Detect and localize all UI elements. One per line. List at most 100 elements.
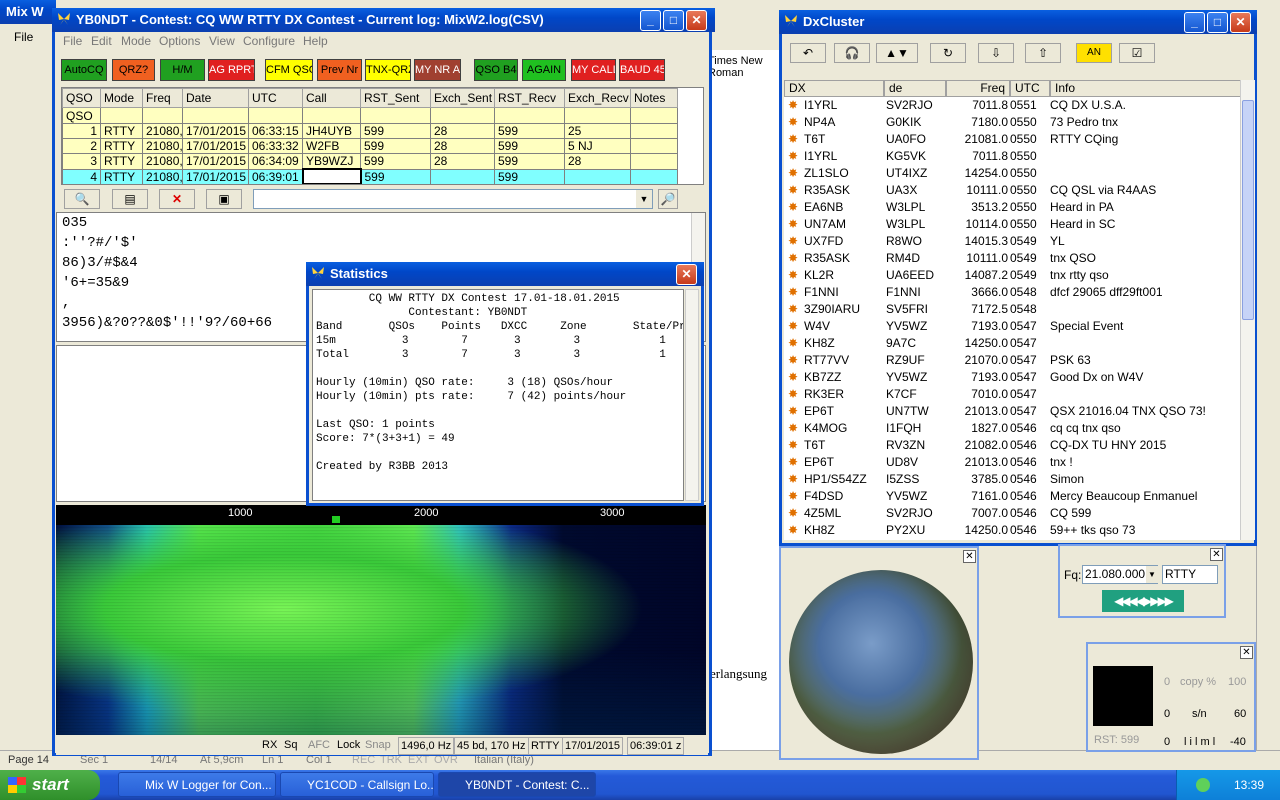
log-cell-mode[interactable]: RTTY (100, 123, 143, 139)
flag-icon[interactable] (332, 516, 340, 523)
dx-col-utc[interactable]: UTC (1010, 80, 1050, 97)
log-cell-utc[interactable]: 06:34:09 (248, 153, 303, 170)
dx-spot-row[interactable]: ✸ 3Z90IARU SV5FRI 7172.5 0548 (784, 301, 1242, 318)
log-cell-notes[interactable] (630, 123, 678, 139)
log-cell-notes[interactable] (630, 168, 678, 184)
dx-spot-row[interactable]: ✸ K4MOG I1FQH 1827.0 0546 cq cq tnx qso (784, 420, 1242, 437)
log-cell-rst-sent[interactable]: 599 (360, 153, 431, 170)
status-afc[interactable]: AFC (308, 737, 330, 753)
macro-mycall-button[interactable]: MY CALL (571, 59, 616, 81)
dx-checklist-icon[interactable]: ☑ (1119, 43, 1155, 63)
col-rst-sent[interactable]: RST_Sent (360, 88, 431, 108)
dx-col-de[interactable]: de (884, 80, 946, 97)
log-cell-call[interactable] (301, 168, 362, 184)
statistics-scrollbar[interactable] (685, 289, 699, 501)
log-cell-utc[interactable]: 06:39:01 (248, 168, 303, 184)
main-titlebar[interactable]: YB0NDT - Contest: CQ WW RTTY DX Contest … (52, 8, 715, 32)
log-cell-mode[interactable]: RTTY (100, 153, 143, 170)
status-sq[interactable]: Sq (284, 737, 297, 753)
menu-options[interactable]: Options (159, 34, 200, 48)
tray-clock[interactable]: 13:39 (1234, 778, 1264, 792)
dx-headphones-icon[interactable]: 🎧 (834, 43, 870, 63)
status-snap[interactable]: Snap (365, 737, 391, 753)
log-cell-call[interactable]: JH4UYB (302, 123, 361, 139)
dx-sort-down-icon[interactable]: ⇩ (978, 43, 1014, 63)
log-cell-mode[interactable]: RTTY (100, 168, 143, 184)
dx-col-info[interactable]: Info (1050, 80, 1244, 97)
log-cell-exch-recv[interactable] (564, 168, 631, 184)
filter-cell[interactable] (142, 107, 183, 124)
log-cell-freq[interactable]: 21080,I (142, 168, 183, 184)
dx-spot-row[interactable]: ✸ ZL1SLO UT4IXZ 14254.0 0550 (784, 165, 1242, 182)
log-cell-freq[interactable]: 21080,I (142, 123, 183, 139)
log-cell-exch-sent[interactable]: 28 (430, 153, 495, 170)
dx-updown-icon[interactable]: ▲▼ (876, 43, 918, 63)
menu-edit[interactable]: Edit (91, 34, 112, 48)
log-cell-exch-sent[interactable]: 28 (430, 123, 495, 139)
log-cell-mode[interactable]: RTTY (100, 138, 143, 154)
dx-maximize-button[interactable]: □ (1207, 12, 1228, 33)
log-cell-qso[interactable]: 2 (62, 138, 101, 154)
log-row[interactable]: 1 RTTY 21080,I 17/01/2015 06:33:15 JH4UYB 599 2… (62, 123, 678, 139)
status-lock[interactable]: Lock (337, 737, 360, 753)
filter-cell[interactable] (430, 107, 495, 124)
background-menu-file[interactable]: File (14, 30, 33, 44)
log-cell-call[interactable]: YB9WZJ (302, 153, 361, 170)
dxcluster-titlebar[interactable]: DxCluster _ □ ✕ (779, 10, 1257, 34)
log-cell-rst-recv[interactable]: 599 (494, 153, 565, 170)
menu-file[interactable]: File (63, 34, 82, 48)
macro-qsob4-button[interactable]: QSO B4 (474, 59, 518, 81)
dx-spot-row[interactable]: ✸ EP6T UD8V 21013.0 0546 tnx ! (784, 454, 1242, 471)
dx-spot-row[interactable]: ✸ 4Z5ML SV2RJO 7007.0 0546 CQ 599 (784, 505, 1242, 522)
col-exch-sent[interactable]: Exch_Sent (430, 88, 495, 108)
log-row[interactable]: 4 RTTY 21080,I 17/01/2015 06:39:01 599 599 (62, 168, 678, 184)
globe-close-button[interactable]: ✕ (963, 550, 976, 563)
filter-cell[interactable] (100, 107, 143, 124)
log-cell-date[interactable]: 17/01/2015 (182, 168, 249, 184)
dx-spot-row[interactable]: ✸ NP4A G0KIK 7180.0 0550 73 Pedro tnx (784, 114, 1242, 131)
dx-spot-row[interactable]: ✸ KB7ZZ YV5WZ 7193.0 0547 Good Dx on W4V (784, 369, 1242, 386)
menu-mode[interactable]: Mode (121, 34, 151, 48)
status-mode[interactable]: RTTY (528, 737, 563, 755)
tuning-scope[interactable] (1093, 666, 1153, 726)
filter-cell[interactable] (182, 107, 249, 124)
log-cell-qso[interactable]: 1 (62, 123, 101, 139)
dx-spot-row[interactable]: ✸ F1NNI F1NNI 3666.0 0548 dfcf 29065 dff29ft0… (784, 284, 1242, 301)
log-cell-date[interactable]: 17/01/2015 (182, 138, 249, 154)
col-notes[interactable]: Notes (630, 88, 678, 108)
menu-view[interactable]: View (209, 34, 235, 48)
log-cell-utc[interactable]: 06:33:32 (248, 138, 303, 154)
dx-spot-row[interactable]: ✸ R35ASK RM4D 10111.0 0549 tnx QSO (784, 250, 1242, 267)
macro-prevnr-button[interactable]: Prev Nr (317, 59, 362, 81)
combo-arrow-icon[interactable]: ▼ (636, 190, 652, 208)
macro-mynrag-button[interactable]: MY NR AG (414, 59, 461, 81)
background-font-name[interactable]: Times New Roman (708, 55, 783, 79)
task-mixw-logger[interactable]: Mix W Logger for Con... (118, 772, 276, 797)
log-cell-rst-sent[interactable]: 599 (360, 123, 431, 139)
dx-col-dx[interactable]: DX (784, 80, 884, 97)
save-icon[interactable]: ▣ (206, 189, 242, 209)
freq-panel-close-button[interactable]: ✕ (1210, 548, 1223, 561)
filter-cell[interactable] (494, 107, 565, 124)
log-row[interactable]: 2 RTTY 21080,I 17/01/2015 06:33:32 W2FB 599 28 5… (62, 138, 678, 154)
dx-spot-row[interactable]: ✸ RK3ER K7CF 7010.0 0547 (784, 386, 1242, 403)
log-cell-exch-sent[interactable] (430, 168, 495, 184)
freq-arrow-icon[interactable]: ▼ (1146, 566, 1158, 583)
log-cell-exch-sent[interactable]: 28 (430, 138, 495, 154)
dx-refresh-icon[interactable]: ↻ (930, 43, 966, 63)
log-cell-freq[interactable]: 21080,I (142, 153, 183, 170)
dx-back-icon[interactable]: ↶ (790, 43, 826, 63)
macro-autocq-button[interactable]: AutoCQ (61, 59, 107, 81)
col-utc[interactable]: UTC (248, 88, 303, 108)
filter-cell[interactable]: QSO (62, 107, 101, 124)
log-cell-rst-recv[interactable]: 599 (494, 168, 565, 184)
log-cell-rst-sent[interactable]: 599 (360, 138, 431, 154)
col-qso[interactable]: QSO (62, 88, 101, 108)
macro-agrprt-button[interactable]: AG RPRT (208, 59, 255, 81)
maximize-button[interactable]: □ (663, 10, 684, 31)
log-cell-freq[interactable]: 21080,I (142, 138, 183, 154)
status-rx[interactable]: RX (262, 737, 277, 753)
minimize-button[interactable]: _ (640, 10, 661, 31)
col-rst-recv[interactable]: RST_Recv (494, 88, 565, 108)
dx-spot-row[interactable]: ✸ RT77VV RZ9UF 21070.0 0547 PSK 63 (784, 352, 1242, 369)
